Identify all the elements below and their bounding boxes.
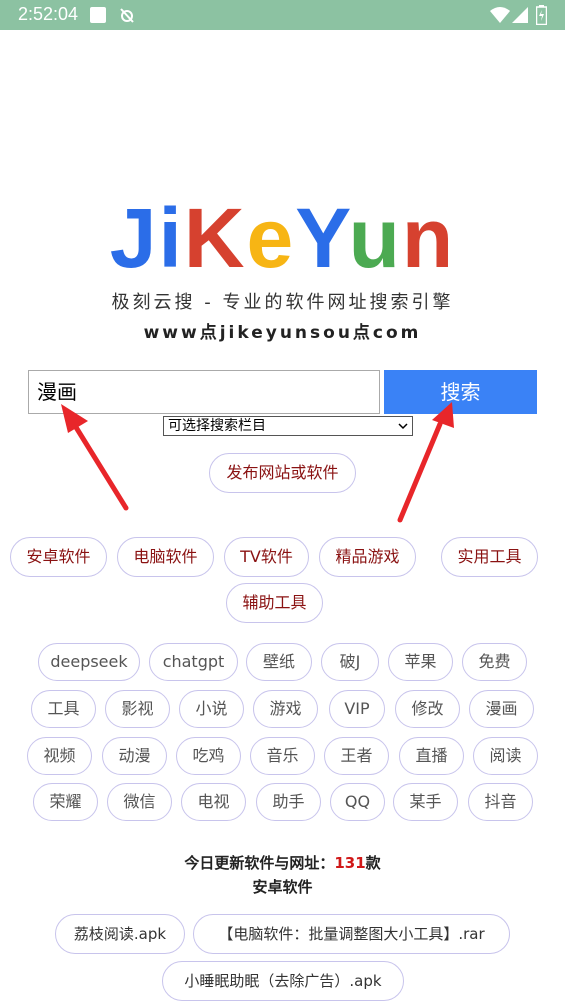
tag-chip[interactable]: chatgpt — [149, 643, 238, 681]
search-input[interactable]: 漫画 — [28, 370, 380, 414]
logo-letter: Y — [295, 191, 349, 285]
category-games[interactable]: 精品游戏 — [319, 537, 416, 577]
arrow-to-input — [61, 404, 129, 511]
status-bar: 2:52:04 — [0, 0, 565, 30]
debug-icon — [120, 8, 134, 23]
tag-chip[interactable]: 微信 — [107, 783, 172, 821]
notification-square-icon — [90, 7, 106, 23]
tag-chip[interactable]: VIP — [329, 690, 385, 728]
stats-count: 131 — [334, 854, 366, 872]
logo-letter: n — [401, 191, 456, 285]
logo-letter: e — [246, 191, 296, 285]
category-android[interactable]: 安卓软件 — [10, 537, 107, 577]
tag-chip[interactable]: 漫画 — [469, 690, 534, 728]
file-link[interactable]: 小睡眠助眠（去除广告）.apk — [162, 961, 404, 1001]
publish-button[interactable]: 发布网站或软件 — [209, 453, 356, 493]
tag-chip[interactable]: 直播 — [399, 737, 464, 775]
chevron-down-icon — [398, 423, 408, 430]
tag-chip[interactable]: 阅读 — [473, 737, 538, 775]
signal-icon — [512, 7, 528, 23]
tag-chip[interactable]: 壁纸 — [246, 643, 312, 681]
category-tv[interactable]: TV软件 — [224, 537, 309, 577]
tag-chip[interactable]: 苹果 — [388, 643, 453, 681]
site-domain: www点jikeyunsou点com — [143, 323, 422, 343]
search-category-select[interactable]: 可选择搜索栏目 — [163, 416, 413, 436]
tag-chip[interactable]: 修改 — [395, 690, 460, 728]
tag-chip[interactable]: deepseek — [38, 643, 140, 681]
file-link[interactable]: 【电脑软件：批量调整图大小工具】.rar — [193, 914, 510, 954]
tag-chip[interactable]: 影视 — [105, 690, 170, 728]
select-label: 可选择搜索栏目 — [168, 418, 266, 434]
tag-chip[interactable]: QQ — [330, 783, 385, 821]
tag-chip[interactable]: 电视 — [181, 783, 246, 821]
category-tools[interactable]: 实用工具 — [441, 537, 538, 577]
status-time: 2:52:04 — [18, 4, 79, 24]
stats-unit: 款 — [365, 854, 381, 872]
update-stats: 今日更新软件与网址：131款 — [0, 852, 565, 873]
tag-chip[interactable]: 工具 — [31, 690, 96, 728]
category-assist[interactable]: 辅助工具 — [226, 583, 323, 623]
logo-letter: K — [183, 191, 247, 285]
file-link[interactable]: 荔枝阅读.apk — [55, 914, 185, 954]
logo-letter: u — [348, 191, 402, 285]
tag-chip[interactable]: 免费 — [462, 643, 527, 681]
site-subtitle: 极刻云搜 - 专业的软件网址搜索引擎 — [111, 292, 454, 313]
tag-chip[interactable]: 王者 — [324, 737, 389, 775]
tag-chip[interactable]: 吃鸡 — [176, 737, 241, 775]
tag-chip[interactable]: 抖音 — [468, 783, 533, 821]
tag-chip[interactable]: 小说 — [179, 690, 244, 728]
search-button[interactable]: 搜索 — [384, 370, 537, 414]
category-pc[interactable]: 电脑软件 — [117, 537, 214, 577]
tag-chip[interactable]: 视频 — [27, 737, 92, 775]
tag-chip[interactable]: 动漫 — [102, 737, 167, 775]
wifi-icon — [490, 7, 510, 23]
tag-chip[interactable]: 荣耀 — [33, 783, 98, 821]
tag-chip[interactable]: 某手 — [393, 783, 458, 821]
battery-icon — [536, 5, 547, 25]
logo-letter: J — [109, 191, 159, 285]
tag-chip[interactable]: 助手 — [256, 783, 321, 821]
logo-letter: i — [158, 191, 184, 285]
site-logo: JiKeYun — [0, 188, 565, 288]
tag-chip[interactable]: 游戏 — [253, 690, 318, 728]
section-title: 安卓软件 — [252, 878, 313, 896]
stats-label: 今日更新软件与网址： — [184, 854, 335, 872]
tag-chip[interactable]: 音乐 — [250, 737, 315, 775]
tag-chip[interactable]: 破J — [321, 643, 379, 681]
